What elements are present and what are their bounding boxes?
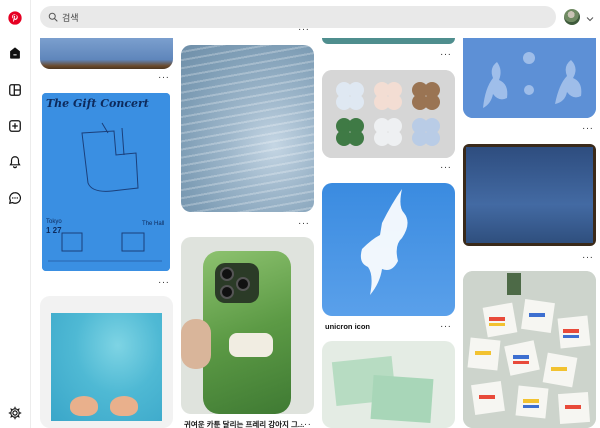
poster-artwork — [42, 93, 170, 271]
search-icon — [48, 12, 58, 22]
notifications-icon[interactable] — [5, 152, 25, 172]
pin-image-phone-case[interactable] — [181, 237, 314, 414]
home-icon[interactable] — [5, 43, 25, 63]
create-icon[interactable] — [5, 116, 25, 136]
avatar[interactable] — [564, 9, 580, 25]
explore-icon[interactable] — [5, 80, 25, 100]
left-nav-rail — [0, 0, 31, 428]
pin-image-coasters[interactable] — [322, 70, 455, 158]
pin-image-gift-boxes[interactable] — [463, 271, 596, 428]
pin-image-poster[interactable]: The Gift Concert Tokyo 1 27 The Hall — [42, 93, 170, 271]
pin-image-cyanotype[interactable] — [463, 144, 596, 246]
more-options-icon[interactable]: ··· — [298, 25, 310, 35]
pin-image-floral-blue[interactable] — [463, 38, 596, 118]
pin-image-envelopes[interactable] — [322, 341, 455, 428]
more-options-icon[interactable]: ··· — [440, 322, 452, 332]
settings-icon[interactable] — [5, 403, 25, 423]
pin-image-book[interactable] — [40, 38, 173, 69]
more-options-icon[interactable]: ··· — [582, 253, 594, 263]
more-options-icon[interactable]: ··· — [300, 420, 312, 428]
more-options-icon[interactable]: ··· — [440, 163, 452, 173]
poster-fine-print: The Hall — [142, 221, 165, 227]
app: 검색 ··· The Gift Concert Tokyo 1 27 The H… — [0, 0, 600, 428]
more-options-icon[interactable]: ··· — [298, 219, 310, 229]
pin-image-unicorn-cloud[interactable] — [322, 183, 455, 316]
poster-title: The Gift Concert — [46, 97, 149, 110]
pin-caption[interactable]: 귀여운 카툰 달리는 프레리 강아지 그... — [184, 419, 304, 428]
floral-artwork — [463, 38, 596, 118]
gift-boxes-artwork — [463, 271, 596, 428]
poster-date-line1: Tokyo — [46, 219, 62, 225]
poster-date-line2: 1 27 — [46, 226, 62, 235]
unicorn-cloud-artwork — [360, 189, 408, 295]
pin-image-pool-feet[interactable] — [40, 296, 173, 428]
more-options-icon[interactable]: ··· — [582, 124, 594, 134]
pin-caption[interactable]: unicron icon — [325, 322, 370, 331]
coasters-artwork — [322, 70, 455, 158]
pin-image-top[interactable] — [322, 38, 455, 44]
pinterest-logo-icon[interactable] — [5, 8, 25, 28]
more-options-icon[interactable]: ··· — [158, 73, 170, 83]
more-options-icon[interactable]: ··· — [440, 50, 452, 60]
pin-image-sea[interactable] — [181, 45, 314, 212]
search-placeholder: 검색 — [62, 12, 79, 23]
chevron-down-icon[interactable] — [585, 11, 595, 22]
messages-icon[interactable] — [5, 188, 25, 208]
more-options-icon[interactable]: ··· — [158, 278, 170, 288]
top-bar: 검색 — [31, 0, 600, 38]
